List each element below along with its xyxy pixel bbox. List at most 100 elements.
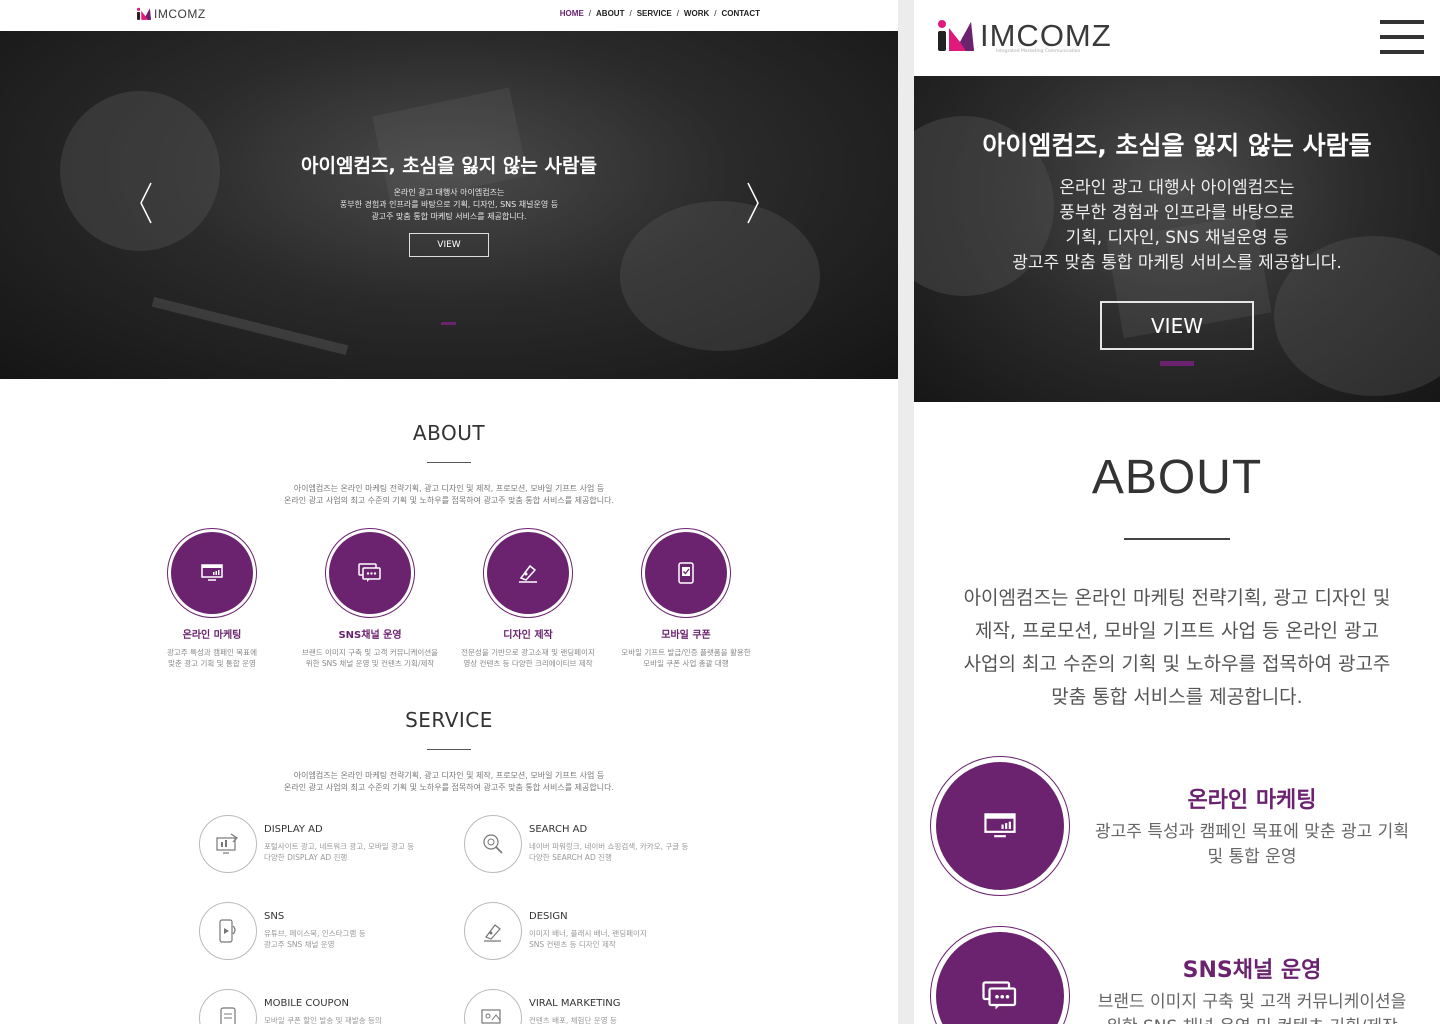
about-circle	[483, 528, 573, 618]
service-item-display-ad[interactable]: DISPLAY AD 포털사이트 광고, 네트워크 광고, 모바일 광고 등 다…	[199, 815, 459, 875]
hamburger-bar	[1380, 50, 1424, 54]
about-intro-line: 맞춤 통합 서비스를 제공합니다.	[1051, 686, 1303, 708]
logo-mark-icon	[938, 20, 974, 51]
service-item-desc: 이미지 배너, 플래시 배너, 랜딩페이지 SNS 컨텐츠 등 디자인 제작	[529, 928, 729, 950]
nav-separator: /	[676, 9, 679, 18]
logo-text: IMCOMZ	[154, 7, 206, 21]
about-item-title: 온라인 마케팅	[182, 630, 242, 641]
about-item-sns[interactable]: SNS채널 운영 브랜드 이미지 구축 및 고객 커뮤니케이션을 위한 SNS …	[290, 528, 450, 669]
about-desc-line: 광고주 특성과 캠페인 목표에	[167, 648, 257, 657]
service-item-title: MOBILE COUPON	[264, 998, 349, 1009]
hero-desc-line: 풍부한 경험과 인프라를 바탕으로 기획, 디자인, SNS 채널운영 등	[339, 200, 559, 209]
nav-separator: /	[629, 9, 632, 18]
service-item-mobile-coupon[interactable]: MOBILE COUPON 모바일 쿠폰 할인 발송 및 재발송 등의	[199, 989, 459, 1024]
about-desc-line: 모바일 쿠폰 사업 총괄 대행	[643, 659, 729, 668]
hero-description: 온라인 광고 대행사 아이엠컴즈는 풍부한 경험과 인프라를 바탕으로 기획, …	[0, 187, 898, 223]
service-item-viral-marketing[interactable]: VIRAL MARKETING 컨텐츠 배포, 체험단 운영 등	[464, 989, 724, 1024]
service-item-sns[interactable]: SNS 유튜브, 페이스북, 인스타그램 등 광고주 SNS 채널 운영	[199, 902, 459, 962]
service-item-desc: 컨텐츠 배포, 체험단 운영 등	[529, 1015, 729, 1024]
mobile-coupon-icon	[678, 562, 694, 584]
hamburger-bar	[1380, 20, 1424, 24]
nav-separator: /	[588, 9, 592, 18]
slider-pagination-dot[interactable]	[1160, 361, 1194, 366]
about-intro: 아이엠컴즈는 온라인 마케팅 전략기획, 광고 디자인 및 제작, 프로모션, …	[0, 483, 898, 507]
service-item-title: DISPLAY AD	[264, 824, 323, 835]
mobile-view: IMCOMZ Integrated Marketing Communicatio…	[914, 0, 1440, 1024]
service-circle	[464, 989, 522, 1024]
hero-title: 아이엠컴즈, 초심을 잃지 않는 사람들	[301, 155, 597, 177]
about-desc-line: 맞춘 광고 기획 및 통합 운영	[168, 659, 256, 668]
hero-background-shape	[620, 201, 820, 351]
hero-desc-line: 온라인 광고 대행사 아이엠컴즈는	[1059, 178, 1295, 198]
about-desc-line: 모바일 기프트 발급/인증 플랫폼을 활용한	[621, 648, 751, 657]
hero-view-button[interactable]: VIEW	[409, 233, 489, 257]
service-circle	[464, 902, 522, 960]
service-intro-line: 아이엠컴즈는 온라인 마케팅 전략기획, 광고 디자인 및 제작, 프로모션, …	[293, 771, 605, 780]
about-circle	[641, 528, 731, 618]
service-item-search-ad[interactable]: SEARCH AD 네이버 파워링크, 네이버 쇼핑검색, 카카오, 구글 등 …	[464, 815, 724, 875]
about-item-title: SNS채널 운영	[1182, 958, 1322, 983]
hamburger-menu-icon[interactable]	[1380, 20, 1424, 56]
nav-contact[interactable]: CONTACT	[721, 9, 760, 18]
nav-work[interactable]: WORK	[684, 9, 709, 18]
design-pen-icon	[484, 924, 501, 942]
hero-desc-line: 풍부한 경험과 인프라를 바탕으로	[1059, 203, 1295, 223]
about-item-desc: 전문성을 기반으로 광고소재 및 랜딩페이지 영상 컨텐츠 등 다양한 크리에이…	[448, 647, 608, 669]
about-desc-line: 및 통합 운영	[1207, 847, 1297, 867]
hero-desc-line: 광고주 맞춤 통합 마케팅 서비스를 제공합니다.	[1012, 253, 1342, 273]
about-item-sns[interactable]: SNS채널 운영 브랜드 이미지 구축 및 고객 커뮤니케이션을 위한 SNS …	[930, 926, 1440, 1024]
mobile-coupon-icon	[220, 1007, 236, 1024]
service-desc-line: 다양한 DISPLAY AD 진행	[264, 853, 348, 862]
main-nav: HOME / ABOUT / SERVICE / WORK / CONTACT	[560, 9, 760, 18]
slider-pagination-dot[interactable]	[441, 322, 456, 325]
hero-desc-line: 온라인 광고 대행사 아이엠컴즈는	[393, 188, 505, 197]
hero-view-button[interactable]: VIEW	[1100, 301, 1254, 350]
mobile-header: IMCOMZ Integrated Marketing Communicatio…	[914, 0, 1440, 76]
nav-service[interactable]: SERVICE	[637, 9, 672, 18]
about-item-desc: 광고주 특성과 캠페인 목표에 맞춘 광고 기획 및 통합 운영	[1080, 820, 1424, 870]
about-item-title: 온라인 마케팅	[1187, 788, 1317, 813]
about-item-online-marketing[interactable]: 온라인 마케팅 광고주 특성과 캠페인 목표에 맞춘 광고 기획 및 통합 운영	[132, 528, 292, 669]
hero-title: 아이엠컴즈, 초심을 잃지 않는 사람들	[982, 131, 1372, 160]
about-circle	[930, 756, 1070, 896]
sns-phone-icon	[219, 919, 236, 943]
hero-desc-line: 기획, 디자인, SNS 채널운영 등	[1065, 228, 1289, 248]
service-circle	[199, 989, 257, 1024]
service-item-design[interactable]: DESIGN 이미지 배너, 플래시 배너, 랜딩페이지 SNS 컨텐츠 등 디…	[464, 902, 724, 962]
service-circle	[199, 815, 257, 873]
about-intro: 아이엠컴즈는 온라인 마케팅 전략기획, 광고 디자인 및 제작, 프로모션, …	[934, 582, 1420, 714]
service-item-title: SEARCH AD	[529, 824, 588, 835]
service-desc-line: 유튜브, 페이스북, 인스타그램 등	[264, 929, 366, 938]
service-item-title: DESIGN	[529, 911, 568, 922]
service-desc-line: 광고주 SNS 채널 운영	[264, 940, 335, 949]
service-desc-line: 네이버 파워링크, 네이버 쇼핑검색, 카카오, 구글 등	[529, 842, 689, 851]
nav-home[interactable]: HOME	[560, 9, 584, 18]
about-item-mobile-coupon[interactable]: 모바일 쿠폰 모바일 기프트 발급/인증 플랫폼을 활용한 모바일 쿠폰 사업 …	[606, 528, 766, 669]
about-circle	[167, 528, 257, 618]
service-desc-line: 모바일 쿠폰 할인 발송 및 재발송 등의	[264, 1016, 382, 1024]
about-desc-line: 영상 컨텐츠 등 다양한 크리에이티브 제작	[463, 659, 593, 668]
nav-about[interactable]: ABOUT	[596, 9, 624, 18]
service-desc-line: 포털사이트 광고, 네트워크 광고, 모바일 광고 등	[264, 842, 415, 851]
about-item-title: SNS채널 운영	[338, 630, 402, 641]
service-circle	[464, 815, 522, 873]
desktop-header: IMCOMZ HOME / ABOUT / SERVICE / WORK / C…	[0, 0, 898, 31]
about-intro-line: 아이엠컴즈는 온라인 마케팅 전략기획, 광고 디자인 및	[963, 587, 1391, 609]
about-item-design[interactable]: 디자인 제작 전문성을 기반으로 광고소재 및 랜딩페이지 영상 컨텐츠 등 다…	[448, 528, 608, 669]
service-divider	[427, 749, 471, 750]
chat-bubble-icon	[982, 981, 1017, 1010]
about-desc-line: 위한 SNS 채널 운영 및 컨텐츠 기획/제작	[305, 659, 435, 668]
service-intro: 아이엠컴즈는 온라인 마케팅 전략기획, 광고 디자인 및 제작, 프로모션, …	[0, 770, 898, 794]
about-item-online-marketing[interactable]: 온라인 마케팅 광고주 특성과 캠페인 목표에 맞춘 광고 기획 및 통합 운영	[930, 756, 1440, 896]
hero-description: 온라인 광고 대행사 아이엠컴즈는 풍부한 경험과 인프라를 바탕으로 기획, …	[914, 176, 1440, 276]
hero-background-shape	[151, 296, 349, 356]
service-item-title: SNS	[264, 911, 285, 922]
logo[interactable]: IMCOMZ	[136, 7, 206, 21]
service-desc-line: SNS 컨텐츠 등 디자인 제작	[529, 940, 616, 949]
about-intro-line: 제작, 프로모션, 모바일 기프트 사업 등 온라인 광고	[975, 620, 1379, 642]
logo-tagline: Integrated Marketing Communication	[996, 49, 1081, 54]
service-item-desc: 네이버 파워링크, 네이버 쇼핑검색, 카카오, 구글 등 다양한 SEARCH…	[529, 841, 729, 863]
about-circle	[325, 528, 415, 618]
chat-bubble-icon	[358, 563, 381, 582]
service-item-desc: 포털사이트 광고, 네트워크 광고, 모바일 광고 등 다양한 DISPLAY …	[264, 841, 464, 863]
